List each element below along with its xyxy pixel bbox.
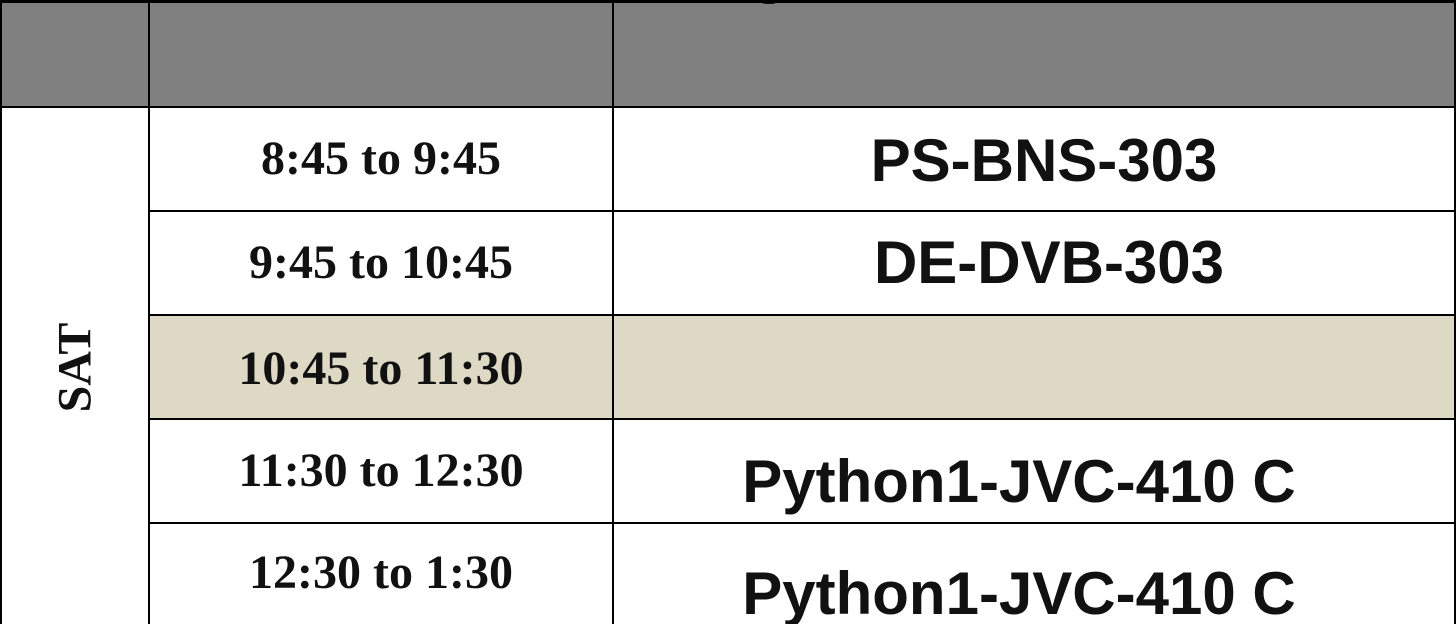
- time-cell: 12:30 to 1:30: [150, 524, 614, 624]
- table-top-border: [0, 0, 1456, 3]
- header-day-cell: [2, 3, 150, 108]
- subject-label: Python1-JVC-410 C: [742, 560, 1296, 624]
- day-label: SAT: [48, 322, 102, 412]
- time-cell: 8:45 to 9:45: [150, 108, 614, 212]
- header-subject-cell: [614, 3, 1456, 108]
- time-label: 10:45 to 11:30: [238, 341, 524, 395]
- time-label: 9:45 to 10:45: [249, 235, 513, 289]
- subject-label: PS-BNS-303: [870, 126, 1218, 194]
- subject-cell: PS-BNS-303: [614, 108, 1456, 212]
- subject-label: Python1-JVC-410 C: [742, 448, 1296, 515]
- time-label: 11:30 to 12:30: [238, 443, 524, 497]
- time-cell: 11:30 to 12:30: [150, 420, 614, 524]
- subject-cell-break: [614, 316, 1456, 420]
- subject-label: DE-DVB-303: [873, 228, 1225, 296]
- header-time-cell: [150, 3, 614, 108]
- time-cell: 9:45 to 10:45: [150, 212, 614, 316]
- table-left-border: [0, 0, 2, 624]
- timetable: SAT 8:45 to 9:45 PS-BNS-303 9:45 to 10:4…: [0, 0, 1456, 624]
- subject-cell: Python1-JVC-410 C: [614, 524, 1456, 624]
- subject-cell: DE-DVB-303: [614, 212, 1456, 316]
- time-label: 8:45 to 9:45: [261, 131, 501, 185]
- day-cell: SAT: [2, 108, 150, 624]
- time-cell-break: 10:45 to 11:30: [150, 316, 614, 420]
- subject-cell: Python1-JVC-410 C: [614, 420, 1456, 524]
- time-label: 12:30 to 1:30: [249, 545, 513, 599]
